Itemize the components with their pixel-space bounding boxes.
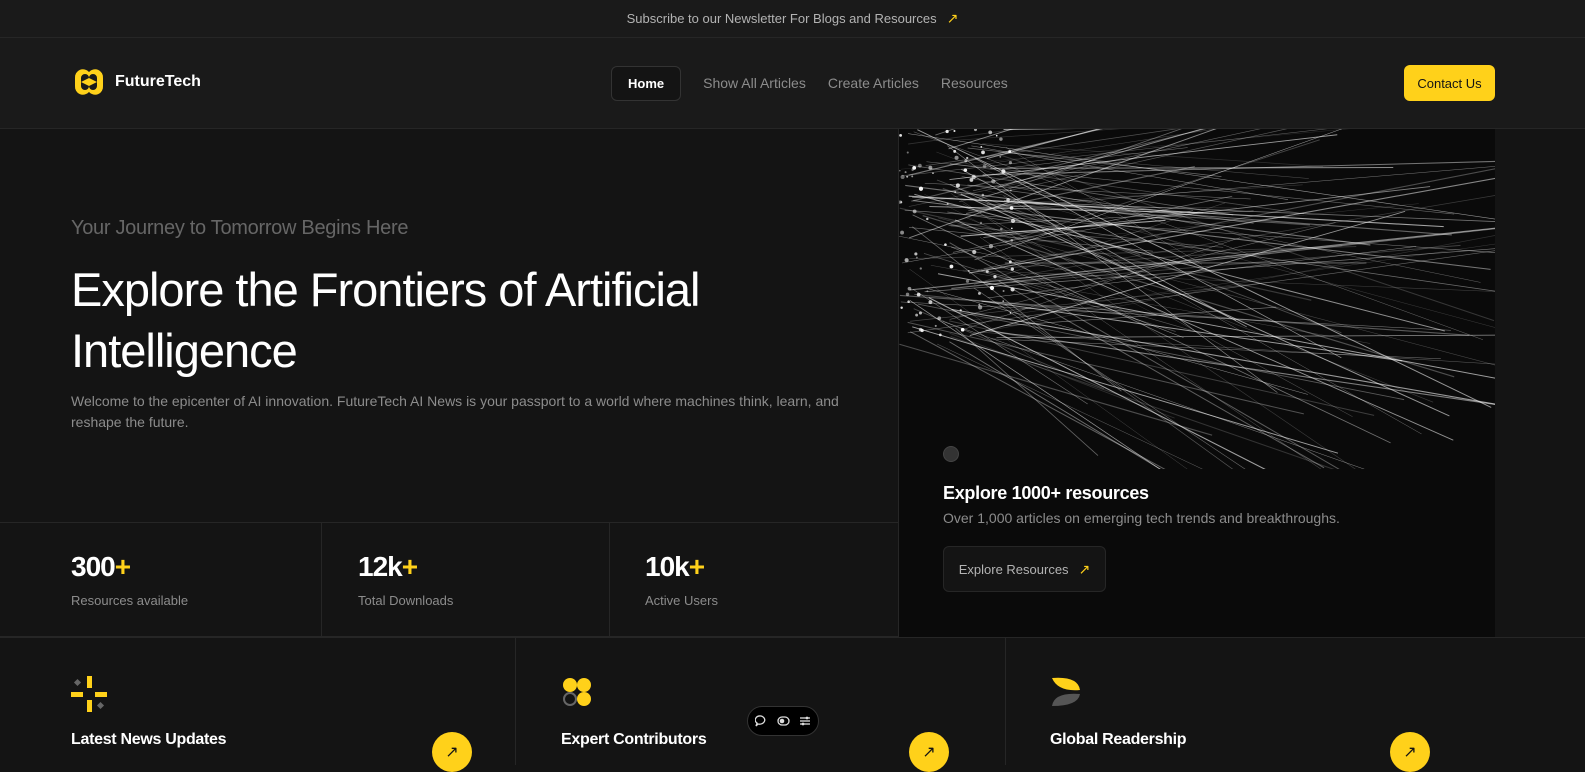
stat-value: 300+ [71,551,130,583]
stat-plus: + [689,551,704,582]
feature-title: Latest News Updates [71,731,226,749]
announcement-text[interactable]: Subscribe to our Newsletter For Blogs an… [627,11,937,26]
stat-users: 10k+ Active Users [610,523,898,636]
hero-headline: Explore the Frontiers of Artificial Inte… [71,259,871,381]
nav-item-create-articles[interactable]: Create Articles [817,65,930,101]
stat-plus: + [115,551,130,582]
announcement-bar[interactable]: Subscribe to our Newsletter For Blogs an… [0,0,1585,38]
stat-plus: + [402,551,417,582]
hero-section: Your Journey to Tomorrow Begins Here Exp… [0,129,898,522]
leaf-icon [1050,676,1082,708]
stat-number: 12k [358,551,402,582]
logo[interactable]: FutureTech [71,64,201,100]
nav-item-resources[interactable]: Resources [930,65,1019,101]
nav-links: Home Show All Articles Create Articles R… [611,65,1019,101]
feature-title: Expert Contributors [561,731,706,749]
stat-label: Total Downloads [358,593,453,608]
stat-resources: 300+ Resources available [0,523,322,636]
resources-description: Over 1,000 articles on emerging tech tre… [943,510,1340,526]
explore-resources-button[interactable]: Explore Resources ↗ [943,546,1106,592]
arrow-up-right-icon: ↗ [1079,561,1091,578]
arrow-up-right-icon[interactable]: ↗ [1390,732,1430,772]
sparkle-icon [71,676,107,712]
feature-card-contributors[interactable]: Expert Contributors ↗ [516,638,1006,765]
nav-item-show-all-articles[interactable]: Show All Articles [692,65,817,101]
stat-value: 10k+ [645,551,704,583]
resources-card: Explore 1000+ resources Over 1,000 artic… [898,129,1495,637]
stat-value: 12k+ [358,551,417,583]
nav-item-home[interactable]: Home [611,66,681,101]
hero-description: Welcome to the epicenter of AI innovatio… [71,391,871,433]
contact-us-button[interactable]: Contact Us [1404,65,1495,101]
brand-name: FutureTech [115,73,201,91]
hero-tagline: Your Journey to Tomorrow Begins Here [71,217,408,240]
explore-resources-label: Explore Resources [959,562,1069,577]
floating-toolbar [747,706,819,736]
stat-label: Active Users [645,593,718,608]
stat-number: 10k [645,551,689,582]
comment-icon[interactable] [754,714,768,728]
carousel-dot[interactable] [943,446,959,462]
settings-icon[interactable] [798,714,812,728]
arrow-up-right-icon[interactable]: ↗ [909,732,949,772]
futuretech-logo-icon [71,64,107,100]
clover-icon [561,676,593,708]
toggle-icon[interactable] [776,714,790,728]
arrow-up-right-icon[interactable]: ↗ [432,732,472,772]
stat-number: 300 [71,551,115,582]
arrow-up-right-icon: ↗ [947,10,959,27]
feature-title: Global Readership [1050,731,1186,749]
stat-downloads: 12k+ Total Downloads [322,523,610,636]
stats-row: 300+ Resources available 12k+ Total Down… [0,522,898,637]
stat-label: Resources available [71,593,188,608]
features-row: Latest News Updates ↗ Expert Contributor… [0,637,1585,764]
feature-card-readership[interactable]: Global Readership ↗ [1006,638,1585,765]
right-margin [1495,129,1585,637]
navbar: FutureTech Home Show All Articles Create… [0,38,1585,129]
resources-title: Explore 1000+ resources [943,483,1149,504]
light-rays-image [899,129,1495,469]
feature-card-news[interactable]: Latest News Updates ↗ [0,638,516,765]
